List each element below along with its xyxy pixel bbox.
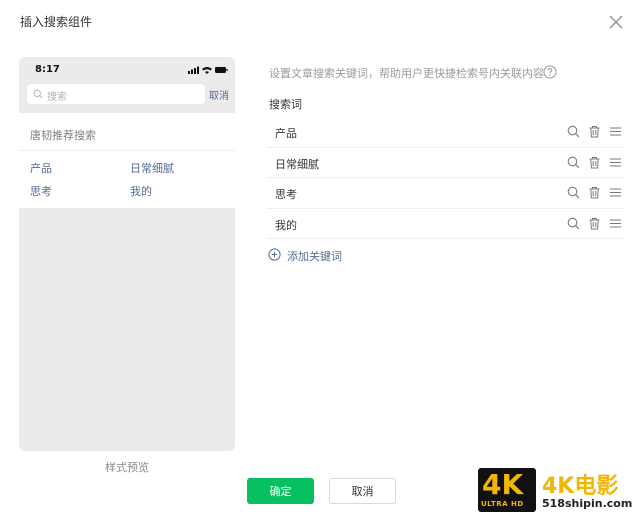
confirm-button[interactable]: 确定 bbox=[247, 478, 314, 504]
recommend-keyword[interactable]: 我的 bbox=[130, 183, 152, 199]
preview-search-row: 搜索 取消 bbox=[19, 81, 235, 113]
watermark-4k: 4K bbox=[482, 468, 524, 501]
keyword-list: 产品 日常细腻 思考 我的 bbox=[266, 117, 624, 239]
search-icon[interactable] bbox=[567, 156, 580, 169]
search-icon[interactable] bbox=[567, 186, 580, 199]
recommend-divider bbox=[19, 150, 235, 151]
keyword-row: 日常细腻 bbox=[266, 148, 624, 178]
keyword-row: 产品 bbox=[266, 117, 624, 148]
trash-icon[interactable] bbox=[588, 186, 601, 199]
keyword-row: 我的 bbox=[266, 209, 624, 239]
search-icon[interactable] bbox=[567, 125, 580, 138]
help-icon[interactable] bbox=[543, 64, 557, 79]
keyword-text: 产品 bbox=[275, 127, 297, 140]
keyword-text: 日常细腻 bbox=[275, 157, 319, 171]
status-time: 8:17 bbox=[35, 64, 60, 75]
keyword-text: 思考 bbox=[275, 188, 297, 201]
recommend-keyword[interactable]: 日常细腻 bbox=[130, 160, 174, 176]
add-keyword-label: 添加关键词 bbox=[287, 250, 342, 263]
recommend-title: 唐韧推荐搜索 bbox=[30, 129, 96, 142]
preview-search-placeholder: 搜索 bbox=[47, 92, 67, 103]
search-icon bbox=[33, 89, 43, 99]
settings-description: 设置文章搜索关键词，帮助用户更快捷检索号内关联内容 bbox=[269, 67, 544, 80]
keywords-label: 搜索词 bbox=[269, 98, 302, 111]
trash-icon[interactable] bbox=[588, 125, 601, 138]
keyword-row: 思考 bbox=[266, 178, 624, 209]
status-icons bbox=[188, 66, 228, 74]
trash-icon[interactable] bbox=[588, 217, 601, 230]
recommend-keyword[interactable]: 思考 bbox=[30, 183, 52, 199]
preview-search-box[interactable]: 搜索 bbox=[27, 84, 205, 104]
drag-handle-icon[interactable] bbox=[609, 186, 622, 199]
keyword-text: 我的 bbox=[275, 218, 297, 232]
cancel-button[interactable]: 取消 bbox=[329, 478, 396, 504]
status-bar: 8:17 bbox=[19, 57, 235, 81]
watermark-brand: 4K电影 bbox=[542, 474, 619, 499]
plus-circle-icon bbox=[268, 248, 281, 261]
watermark: 4K ULTRA HD 4K电影 518shipin.com bbox=[478, 468, 638, 512]
close-icon[interactable] bbox=[606, 12, 626, 32]
recommend-keyword[interactable]: 产品 bbox=[30, 160, 52, 176]
recommend-panel: 唐韧推荐搜索 产品 日常细腻 思考 我的 bbox=[19, 113, 235, 208]
preview-cancel-link[interactable]: 取消 bbox=[209, 87, 229, 102]
watermark-ultra-hd: ULTRA HD bbox=[481, 500, 524, 508]
trash-icon[interactable] bbox=[588, 156, 601, 169]
phone-preview: 8:17 搜索 取消 唐韧推荐搜索 产品 日常细腻 思考 我的 bbox=[19, 57, 235, 451]
drag-handle-icon[interactable] bbox=[609, 125, 622, 138]
drag-handle-icon[interactable] bbox=[609, 156, 622, 169]
preview-caption: 样式预览 bbox=[105, 461, 149, 474]
dialog-title: 插入搜索组件 bbox=[20, 15, 93, 29]
drag-handle-icon[interactable] bbox=[609, 217, 622, 230]
watermark-badge: 4K ULTRA HD bbox=[478, 468, 536, 512]
watermark-site: 518shipin.com bbox=[542, 497, 633, 510]
search-icon[interactable] bbox=[567, 217, 580, 230]
